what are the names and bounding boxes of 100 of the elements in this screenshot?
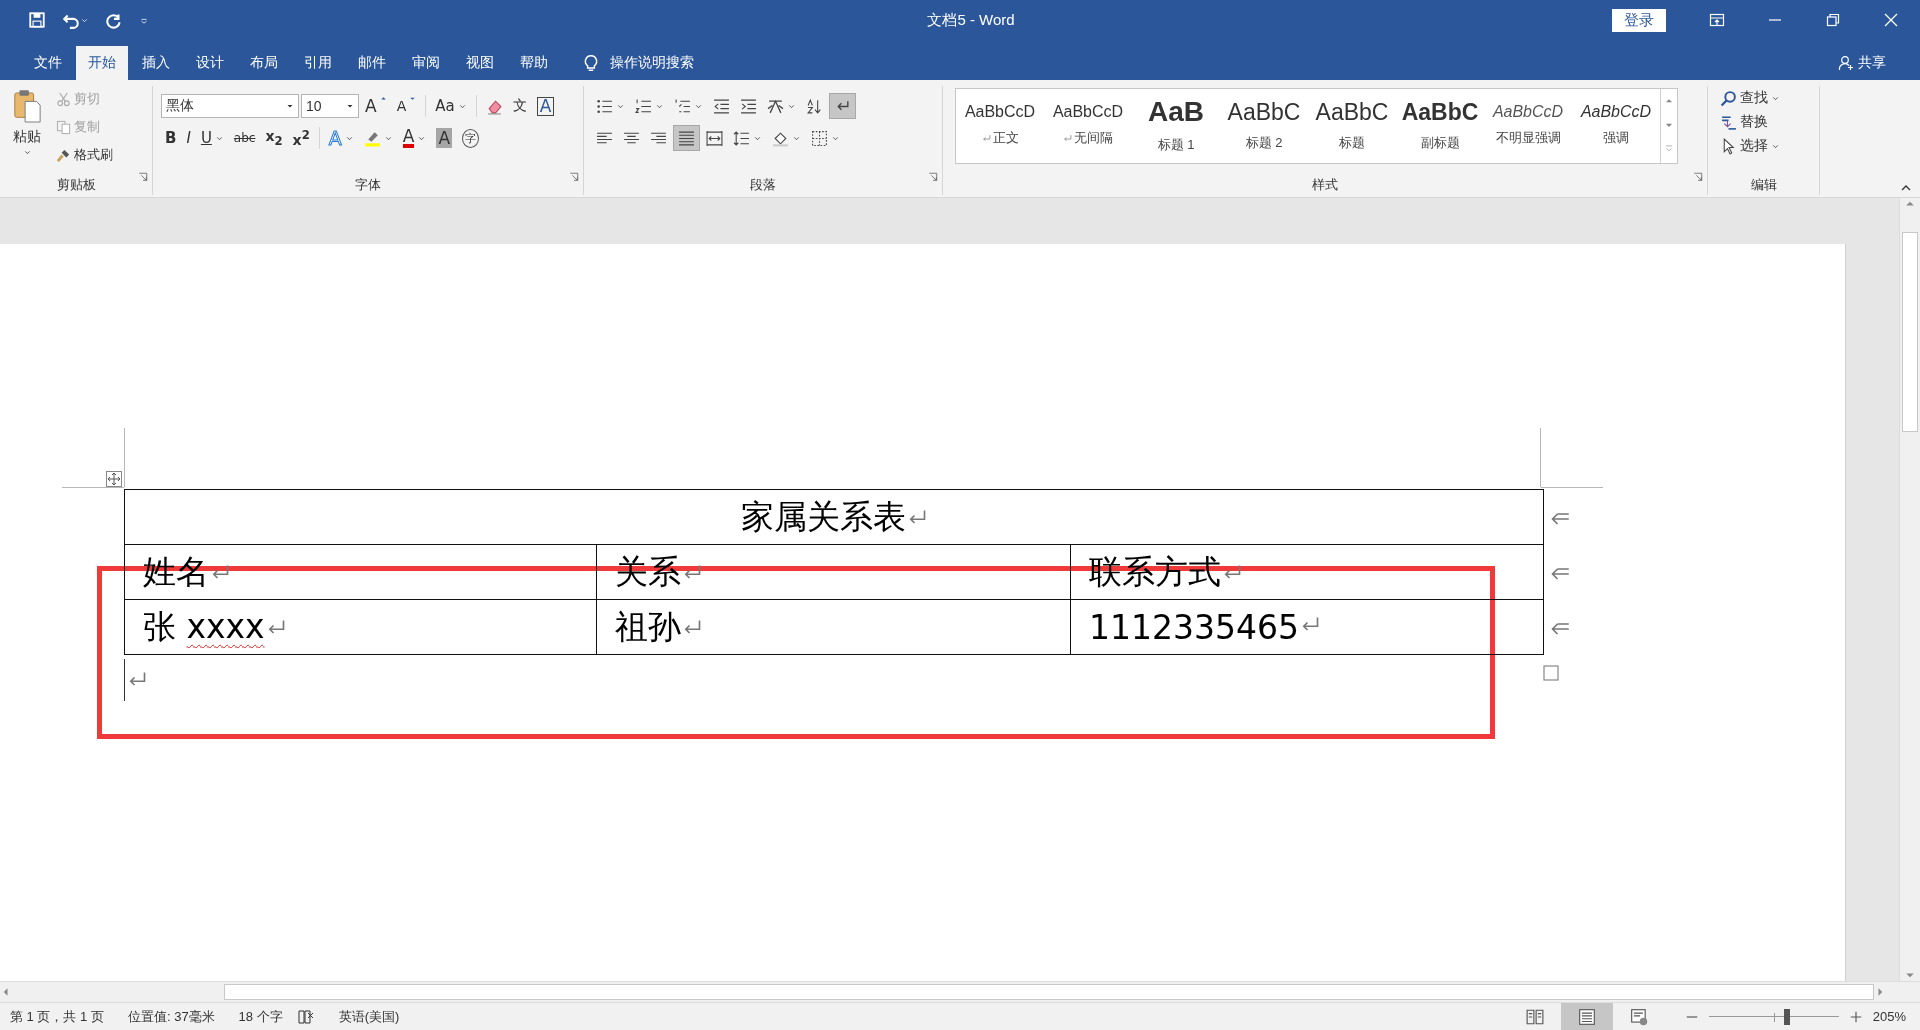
clipboard-icon: [12, 88, 42, 126]
numbered-list-icon: [635, 97, 652, 115]
group-label: 字体: [355, 176, 381, 194]
font-size-field[interactable]: 10: [301, 94, 359, 118]
share-button[interactable]: 共享: [1832, 46, 1892, 80]
page-icon: [1577, 1007, 1596, 1026]
table-cell-text: 张 xxxx: [143, 605, 265, 648]
group-label: 样式: [1312, 176, 1338, 194]
vertical-scrollbar[interactable]: [1899, 198, 1920, 981]
horizontal-scrollbar[interactable]: [0, 981, 1920, 1002]
style-item[interactable]: AaBbC 标题 2: [1220, 89, 1308, 161]
strike-button[interactable]: abc: [229, 125, 260, 151]
eraser-icon: [485, 97, 503, 115]
color-button[interactable]: A: [398, 125, 431, 151]
grow-button[interactable]: A: [361, 93, 391, 119]
style-item[interactable]: AaBbCcD 强调: [1572, 89, 1660, 161]
triangle-down-icon: [286, 102, 294, 110]
minimize-icon: [1767, 19, 1783, 21]
group-label: 剪贴板: [56, 176, 96, 194]
style-item[interactable]: AaBbC 副标题: [1396, 89, 1484, 161]
copy-icon: [56, 119, 71, 135]
group-label: 编辑: [1750, 176, 1777, 194]
underline-button[interactable]: U: [196, 125, 228, 151]
ribbon-tab[interactable]: 邮件: [346, 46, 398, 80]
style-item[interactable]: AaBbCcD 无间隔: [1044, 89, 1132, 161]
outdent-icon: [713, 97, 730, 115]
scrollbar-thumb[interactable]: [224, 984, 1874, 1000]
select-button[interactable]: 选择: [1716, 134, 1784, 158]
justify-button[interactable]: [673, 125, 700, 151]
status-text: 第 1 页，共 1 页: [10, 1007, 104, 1026]
paste-button[interactable]: 粘贴: [8, 86, 46, 170]
scissors-icon: [56, 91, 71, 107]
justify-icon: [678, 129, 695, 147]
highlighter-icon: [363, 129, 381, 147]
restore-icon: [1825, 12, 1841, 28]
ribbon-tab[interactable]: 设计: [184, 46, 236, 80]
tell-me-search[interactable]: 操作说明搜索: [610, 54, 694, 72]
ribbon-tab[interactable]: 引用: [292, 46, 344, 80]
ribbon-tab[interactable]: 插入: [130, 46, 182, 80]
style-item[interactable]: AaBbCcD 正文: [956, 89, 1044, 161]
window-title: 文档5 - Word: [926, 10, 1016, 30]
web-page-icon: [1629, 1007, 1648, 1026]
ribbon-tab[interactable]: 开始: [76, 46, 128, 80]
line-spacing-icon: [733, 129, 750, 147]
caret-icon: [22, 148, 32, 157]
painter-button[interactable]: 格式刷: [52, 142, 117, 168]
search-icon: [1720, 89, 1737, 107]
dialog-launcher-icon: [138, 172, 148, 182]
lightbulb-icon: [582, 54, 600, 72]
brush-icon: [56, 147, 71, 163]
style-item[interactable]: AaB 标题 1: [1132, 89, 1220, 161]
status-text: 位置值: 37毫米: [127, 1007, 215, 1026]
borders-icon: [811, 129, 828, 147]
ribbon-tab[interactable]: 布局: [238, 46, 290, 80]
font-name-field[interactable]: 黑体: [161, 94, 299, 118]
ribbon-tab[interactable]: 帮助: [508, 46, 560, 80]
table-cell-text: 祖孙: [615, 605, 681, 648]
ribbon-tab[interactable]: 视图: [454, 46, 506, 80]
shrink-button[interactable]: A: [392, 93, 421, 119]
multilevel-list-icon: [674, 97, 691, 115]
replace-button[interactable]: 替换: [1716, 110, 1784, 134]
more-icon: [1664, 144, 1674, 154]
book-icon: [1525, 1007, 1544, 1026]
style-item[interactable]: AaBbC 标题: [1308, 89, 1396, 161]
zoom-slider-thumb[interactable]: [1783, 1008, 1790, 1025]
print-view-button[interactable]: [1560, 1003, 1613, 1030]
sort-icon: [806, 97, 823, 115]
plain-button[interactable]: x$^{2}$: [288, 125, 314, 151]
bullet-list-icon: [596, 97, 613, 115]
proofing-icon[interactable]: [296, 1008, 315, 1025]
find-button[interactable]: 查找: [1716, 86, 1784, 110]
case-button[interactable]: Aa: [431, 93, 471, 119]
scrollbar-thumb[interactable]: [1902, 232, 1918, 432]
style-item[interactable]: AaBbCcD 不明显强调: [1484, 89, 1572, 161]
ribbon-tab[interactable]: 审阅: [400, 46, 452, 80]
asian-layout-icon: [767, 97, 784, 115]
phonetic-button[interactable]: 文: [508, 93, 531, 119]
redo-icon: [105, 11, 123, 29]
sign-in-button[interactable]: 登录: [1612, 8, 1666, 32]
table-title: 家属关系表: [741, 495, 906, 538]
ribbon-display-icon: [1709, 12, 1725, 28]
save-icon: [28, 11, 46, 29]
triangle-down-icon: [409, 95, 417, 102]
bold-button[interactable]: B: [161, 125, 181, 151]
zoom-level[interactable]: 205%: [1872, 1009, 1906, 1024]
marks-button[interactable]: [829, 93, 856, 119]
person-add-icon: [1838, 55, 1854, 71]
plus-icon: [1848, 1009, 1863, 1024]
ribbon-tab[interactable]: 文件: [22, 46, 74, 80]
close-icon: [1883, 12, 1899, 28]
end-of-cell-marker-icon: [1543, 665, 1559, 681]
triangle-down-icon: [346, 102, 354, 110]
italic-button[interactable]: I: [182, 125, 195, 151]
table-move-handle-icon[interactable]: [106, 471, 122, 487]
dialog-launcher-icon: [928, 172, 938, 182]
plain-button[interactable]: x$_{2}$: [261, 125, 287, 151]
dialog-launcher-icon: [569, 172, 579, 182]
status-text: 18 个字: [238, 1007, 283, 1026]
minus-icon: [1684, 1015, 1699, 1018]
distribute-icon: [706, 129, 723, 147]
